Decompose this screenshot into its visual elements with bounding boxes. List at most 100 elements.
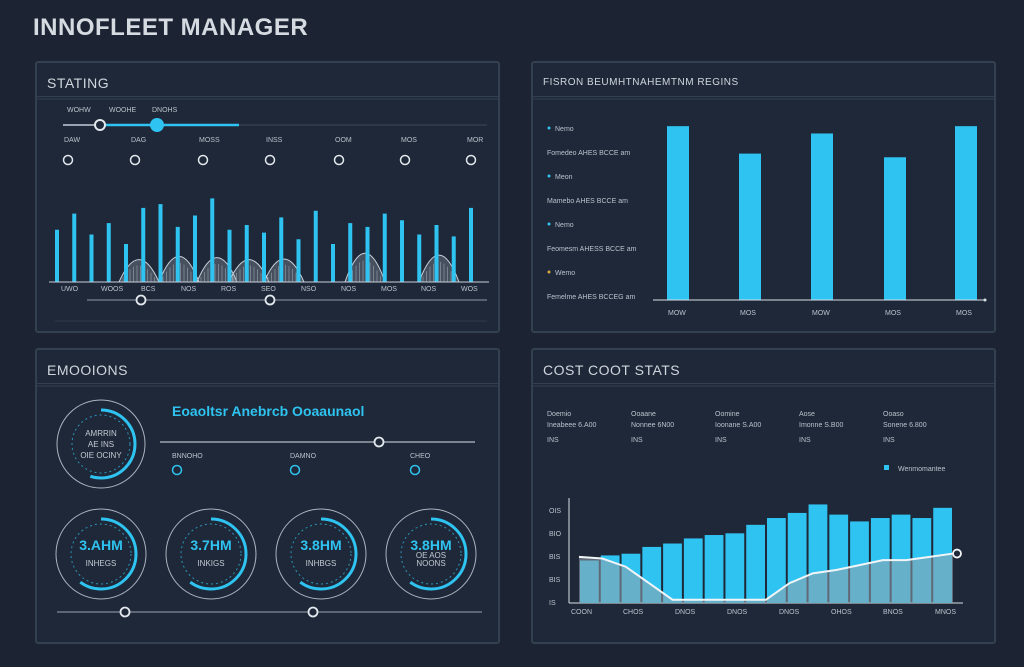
- stat-sub: INS: [799, 437, 811, 444]
- cost-x-label: BNOS: [883, 609, 903, 616]
- legend-value: Fomedeo AHES BCCE am: [547, 150, 630, 157]
- x-tick-label: UWO: [61, 286, 79, 293]
- stat-value: Sonene 6.800: [883, 422, 927, 429]
- signal-bar: [382, 213, 387, 282]
- stat-sub: INS: [715, 437, 727, 444]
- signal-bar: [434, 225, 439, 282]
- stat-name: Aose: [799, 411, 815, 418]
- y-tick-label: BIS: [549, 554, 561, 561]
- toggle-label: DAMNO: [290, 453, 317, 460]
- cost-x-label: MNOS: [935, 609, 956, 616]
- gauge-1-outer-ring: [55, 508, 147, 600]
- gauge-4-text: NOONS: [416, 559, 445, 568]
- gauge-2-tick-ring: [180, 523, 242, 585]
- channel-radio[interactable]: [399, 154, 411, 166]
- stat-value: Ioonane S.A00: [715, 422, 761, 429]
- fleet-x-label: MOS: [956, 310, 972, 317]
- channel-label: INSS: [266, 137, 283, 144]
- cost-panel: COST COOT STATS Doemio Ineabeee 6.A00 INS O…: [531, 348, 996, 644]
- signal-bar: [175, 226, 180, 282]
- toggle-radio[interactable]: [171, 464, 183, 476]
- fleet-chart: Nemo Fomedeo AHES BCCE am Meon Mamebo AHES …: [533, 98, 994, 317]
- range-handle-end[interactable]: [264, 294, 276, 306]
- fleet-bar: [884, 157, 906, 300]
- gauge-1-text: 3.AHM: [79, 537, 123, 553]
- gauge-3-text: INHBGS: [306, 559, 337, 568]
- cost-x-label: OHOS: [831, 609, 852, 616]
- stat-sub: INS: [547, 437, 559, 444]
- fleet-x-label: MOS: [885, 310, 901, 317]
- cost-line-end[interactable]: [952, 548, 962, 559]
- x-tick-label: WOS: [461, 286, 478, 293]
- cost-bar: [725, 533, 745, 603]
- stat-value: Imonne S.B00: [799, 422, 843, 429]
- x-tick-label: MOS: [381, 286, 397, 293]
- gauge-1-arc: [64, 517, 138, 591]
- channel-radio[interactable]: [333, 154, 345, 166]
- stat-sub: INS: [883, 437, 895, 444]
- stat-value: Ineabeee 6.A00: [547, 422, 597, 429]
- legend-label: Nemo: [555, 126, 574, 133]
- gauge-3-outer-ring: [275, 508, 367, 600]
- gauge-3-tick-ring: [290, 523, 352, 585]
- fleet-x-label: MOW: [668, 310, 686, 317]
- stat-name: Doemio: [547, 411, 571, 418]
- main-gauge-text: AMRRIN: [85, 429, 117, 438]
- x-tick-label: BCS: [141, 286, 156, 293]
- range-handle-start[interactable]: [135, 294, 147, 306]
- cost-x-label: CHOS: [623, 609, 644, 616]
- legend-swatch: [884, 465, 889, 470]
- fleet-bar: [811, 133, 833, 300]
- channel-label: MOS: [401, 137, 417, 144]
- slider-label: DNOHS: [152, 107, 178, 114]
- signal-bar: [89, 234, 94, 282]
- x-tick-label: NOS: [341, 286, 357, 293]
- fleet-x-label: MOS: [740, 310, 756, 317]
- channel-radio[interactable]: [62, 154, 74, 166]
- channel-label: DAG: [131, 137, 146, 144]
- main-gauge-text: OIE OCINY: [80, 451, 122, 460]
- stat-name: Ooaso: [883, 411, 904, 418]
- emissions-subtitle: Eoaoltsr Anebrcb Ooaaunaol: [172, 403, 364, 419]
- signal-bar: [141, 207, 146, 282]
- channel-radio[interactable]: [264, 154, 276, 166]
- fleet-bar: [739, 153, 761, 300]
- cost-x-label: COON: [571, 609, 592, 616]
- legend-value: Feomesm AHESS BCCE am: [547, 246, 637, 253]
- legend-label: Wenmomantee: [898, 466, 945, 473]
- bottom-slider-handle-2[interactable]: [307, 606, 319, 618]
- slider-handle[interactable]: [94, 119, 106, 131]
- toggle-radio[interactable]: [409, 464, 421, 476]
- gauge-1-tick-ring: [70, 523, 132, 585]
- x-tick-label: WOOS: [101, 286, 123, 293]
- channel-radio[interactable]: [129, 154, 141, 166]
- stat-name: Ooaane: [631, 411, 656, 418]
- gauge-3-arc: [284, 517, 358, 591]
- signal-bar: [313, 210, 318, 282]
- slider-handle-active[interactable]: [150, 118, 164, 132]
- signal-bar: [331, 244, 335, 282]
- gauge-1-text: INHEGS: [86, 559, 117, 568]
- gauge-2-arc: [174, 517, 248, 591]
- legend-dot: [547, 270, 551, 274]
- emissions-slider-handle[interactable]: [373, 436, 385, 448]
- x-tick-label: NOS: [421, 286, 437, 293]
- cost-x-label: DNOS: [675, 609, 696, 616]
- channel-radio[interactable]: [465, 154, 477, 166]
- signal-bar: [279, 217, 284, 282]
- channel-radio[interactable]: [197, 154, 209, 166]
- gauge-2-text: 3.7HM: [190, 537, 231, 553]
- fleet-bar: [955, 126, 977, 301]
- x-tick-label: ROS: [221, 286, 237, 293]
- toggle-label: CHEO: [410, 453, 431, 460]
- app-title: INNOFLEET MANAGER: [33, 14, 309, 41]
- signal-bar: [106, 223, 111, 282]
- x-tick-label: SEO: [261, 286, 276, 293]
- signal-bar: [55, 229, 59, 282]
- toggle-radio[interactable]: [289, 464, 301, 476]
- signal-bar: [469, 207, 473, 282]
- bottom-slider-handle-1[interactable]: [119, 606, 131, 618]
- signal-bar: [124, 244, 128, 282]
- signal-bar: [244, 225, 249, 282]
- signal-bar: [72, 213, 77, 282]
